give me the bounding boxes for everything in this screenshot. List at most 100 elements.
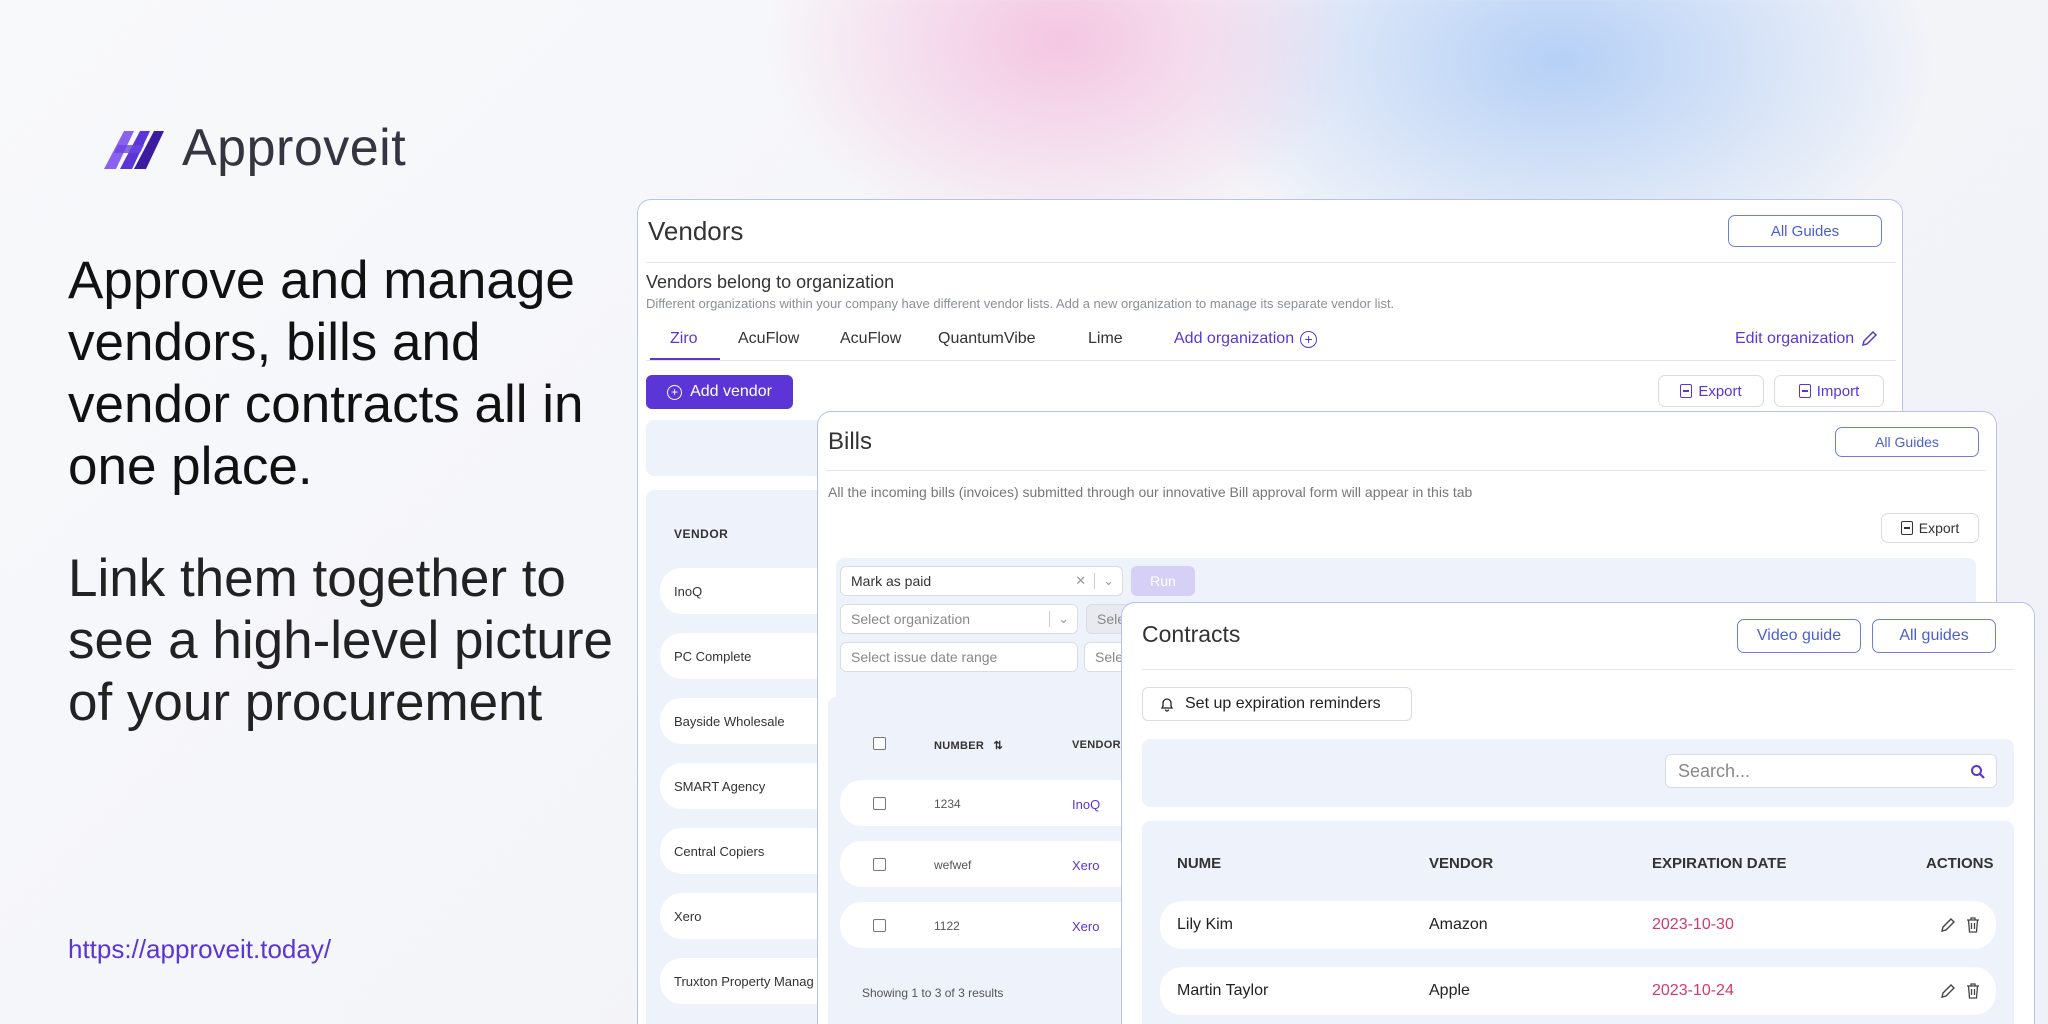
bills-all-guides-button[interactable]: All Guides	[1835, 427, 1979, 457]
chevron-down-icon: ⌄	[1058, 611, 1069, 626]
trash-icon[interactable]	[1966, 983, 1980, 999]
select-all-checkbox[interactable]	[873, 737, 886, 750]
bills-title: Bills	[828, 428, 873, 455]
brand-name: Approveit	[182, 119, 407, 177]
import-label: Import	[1816, 382, 1860, 400]
bell-icon	[1160, 698, 1174, 712]
pencil-icon	[1862, 330, 1878, 347]
video-guide-button[interactable]: Video guide	[1737, 619, 1861, 653]
contracts-search-input[interactable]: Search...	[1665, 754, 1997, 788]
vendor-column-header: VENDOR	[674, 527, 729, 541]
bill-vendor-link[interactable]: Xero	[1072, 919, 1099, 934]
contracts-title: Contracts	[1142, 621, 1241, 647]
table-row[interactable]	[1160, 901, 1996, 949]
file-icon	[1680, 384, 1693, 398]
tab-acuflow-2[interactable]: AcuFlow	[840, 330, 901, 348]
contract-vendor: Apple	[1429, 982, 1470, 999]
vendors-import-button[interactable]: Import	[1774, 375, 1884, 407]
table-row[interactable]	[1160, 967, 1996, 1015]
website-link[interactable]: https://approveit.today/	[68, 934, 331, 965]
add-vendor-label: Add vendor	[690, 383, 772, 400]
expiration-reminders-label: Set up expiration reminders	[1185, 695, 1381, 712]
tabs-divider	[646, 360, 1896, 361]
run-button[interactable]: Run	[1131, 566, 1195, 596]
table-row[interactable]: SMART Agency	[660, 763, 840, 809]
expiration-column-header: EXPIRATION DATE	[1652, 855, 1787, 872]
contracts-all-guides-button[interactable]: All guides	[1872, 619, 1996, 653]
hero-headline: Approve and manage vendors, bills and ve…	[68, 251, 584, 496]
issue-date-range-input[interactable]: Select issue date range	[840, 642, 1078, 672]
contract-name: Martin Taylor	[1177, 982, 1269, 999]
bill-vendor-link[interactable]: Xero	[1072, 858, 1099, 873]
organization-select[interactable]: Select organization ⌄	[840, 604, 1078, 634]
file-icon	[1798, 384, 1811, 398]
search-placeholder: Search...	[1678, 760, 1751, 781]
bill-number: 1234	[934, 797, 961, 811]
name-column-header: NUME	[1177, 855, 1222, 872]
tab-quantumvibe[interactable]: QuantumVibe	[938, 330, 1036, 348]
pagination-summary: Showing 1 to 3 of 3 results	[862, 986, 1004, 1000]
vendors-all-guides-button[interactable]: All Guides	[1728, 215, 1882, 247]
contract-expiration: 2023-10-30	[1652, 916, 1734, 933]
tab-ziro[interactable]: Ziro	[670, 330, 698, 348]
contract-vendor: Amazon	[1429, 916, 1488, 933]
contract-name: Lily Kim	[1177, 916, 1234, 933]
clear-icon[interactable]: ✕	[1075, 573, 1086, 589]
issue-date-placeholder: Select issue date range	[851, 649, 998, 665]
divider	[826, 470, 1986, 471]
bill-vendor-link[interactable]: InoQ	[1072, 797, 1100, 812]
add-organization-link[interactable]: Add organization +	[1174, 330, 1318, 348]
contracts-card: Contracts Video guide All guides Set up …	[1121, 602, 2035, 1024]
edit-organization-link[interactable]: Edit organization	[1735, 330, 1878, 348]
vendor-column-header: VENDOR	[1429, 855, 1494, 872]
vendors-title: Vendors	[648, 216, 744, 246]
number-header-label: NUMBER	[934, 740, 985, 752]
expiration-reminders-button[interactable]: Set up expiration reminders	[1142, 687, 1412, 721]
vendors-section-title: Vendors belong to organization	[646, 272, 895, 292]
vendor-column-header: VENDOR	[1072, 739, 1121, 751]
bulk-action-select[interactable]: Mark as paid ✕ ⌄	[840, 566, 1123, 596]
bills-export-button[interactable]: Export	[1881, 513, 1979, 543]
table-row[interactable]: InoQ	[660, 568, 840, 614]
hero-subline: Link them together to see a high-level p…	[68, 549, 614, 732]
plus-circle-icon: +	[1300, 330, 1318, 348]
bill-number: 1122	[934, 919, 960, 933]
number-column-header[interactable]: NUMBER ⇅	[934, 739, 1003, 752]
bills-description: All the incoming bills (invoices) submit…	[828, 484, 1473, 500]
export-label: Export	[1918, 520, 1960, 536]
sort-icon[interactable]: ⇅	[993, 740, 1003, 752]
table-row[interactable]: PC Complete	[660, 633, 840, 679]
export-label: Export	[1698, 382, 1742, 400]
table-row[interactable]: Central Copiers	[660, 828, 840, 874]
table-row[interactable]: Xero	[660, 893, 840, 939]
edit-organization-label: Edit organization	[1735, 330, 1855, 347]
plus-circle-icon: +	[667, 384, 683, 400]
edit-icon[interactable]	[1940, 983, 1956, 999]
row-checkbox[interactable]	[873, 797, 886, 810]
brand-logo: Approveit	[104, 118, 406, 178]
row-checkbox[interactable]	[873, 858, 886, 871]
table-row[interactable]: Bayside Wholesale	[660, 698, 840, 744]
tab-acuflow[interactable]: AcuFlow	[738, 330, 799, 348]
organization-placeholder: Select organization	[851, 611, 971, 627]
bill-number: wefwef	[934, 858, 972, 872]
approveit-logo-icon	[104, 131, 164, 169]
vendors-section-desc: Different organizations within your comp…	[646, 296, 1395, 311]
edit-icon[interactable]	[1940, 917, 1956, 933]
vendors-export-button[interactable]: Export	[1658, 375, 1764, 407]
row-checkbox[interactable]	[873, 919, 886, 932]
table-row[interactable]: Truxton Property Manag	[660, 958, 840, 1004]
add-vendor-button[interactable]: + Add vendor	[646, 375, 793, 409]
actions-column-header: ACTIONS	[1926, 855, 1994, 872]
file-icon	[1900, 521, 1913, 535]
add-organization-label: Add organization	[1174, 330, 1295, 347]
trash-icon[interactable]	[1966, 917, 1980, 933]
secondary-date-placeholder: Sele	[1095, 649, 1124, 665]
bulk-action-value: Mark as paid	[851, 573, 932, 589]
search-icon[interactable]	[1970, 764, 1986, 780]
divider	[646, 262, 1896, 263]
chevron-down-icon: ⌄	[1103, 573, 1114, 588]
contract-expiration: 2023-10-24	[1652, 982, 1734, 999]
tab-lime[interactable]: Lime	[1088, 330, 1123, 348]
divider	[1142, 669, 2014, 670]
